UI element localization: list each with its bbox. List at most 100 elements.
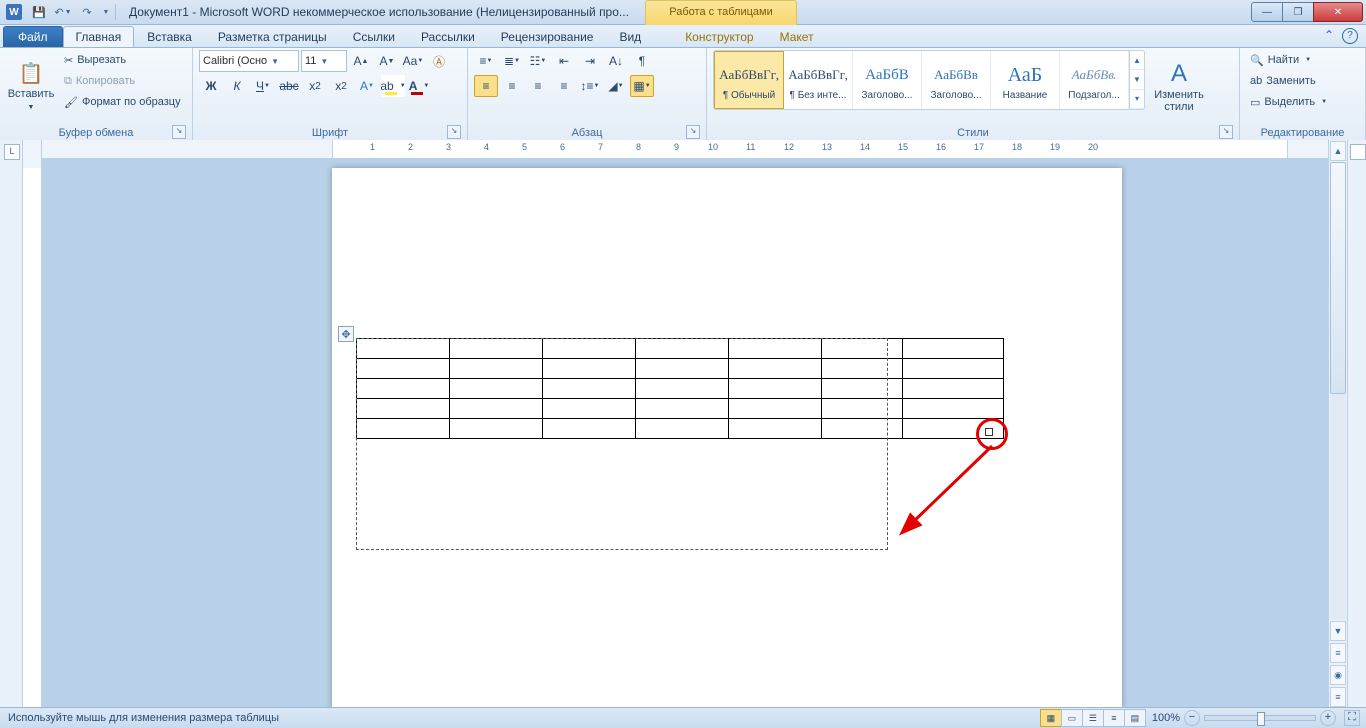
qat-customize[interactable]: ▼ bbox=[100, 2, 112, 22]
restore-button[interactable]: ❐ bbox=[1282, 2, 1314, 22]
tab-home[interactable]: Главная bbox=[63, 26, 135, 47]
view-fullscreen[interactable]: ▭ bbox=[1061, 709, 1083, 727]
zoom-in-button[interactable]: + bbox=[1320, 710, 1336, 726]
format-painter-button[interactable]: 🖌Формат по образцу bbox=[60, 92, 185, 112]
zoom-fit-button[interactable]: ⛶ bbox=[1344, 710, 1360, 726]
align-left-button[interactable]: ≡ bbox=[474, 75, 498, 97]
prev-page-button[interactable]: ≡ bbox=[1330, 643, 1346, 663]
minimize-ribbon-button[interactable]: ⌃ bbox=[1324, 28, 1334, 44]
increase-indent-button[interactable]: ⇥ bbox=[578, 50, 602, 72]
show-marks-button[interactable]: ¶ bbox=[630, 50, 654, 72]
decrease-indent-button[interactable]: ⇤ bbox=[552, 50, 576, 72]
align-right-button[interactable]: ≡ bbox=[526, 75, 550, 97]
tab-view[interactable]: Вид bbox=[606, 26, 654, 47]
view-print-layout[interactable]: ▦ bbox=[1040, 709, 1062, 727]
close-button[interactable]: ✕ bbox=[1313, 2, 1363, 22]
clear-format-button[interactable]: Ⓐ bbox=[427, 50, 451, 72]
highlight-button[interactable]: ab▼ bbox=[381, 75, 405, 97]
find-button[interactable]: 🔍Найти▼ bbox=[1246, 50, 1315, 70]
tab-mailings[interactable]: Рассылки bbox=[408, 26, 488, 47]
tab-references[interactable]: Ссылки bbox=[340, 26, 408, 47]
view-web[interactable]: ☰ bbox=[1082, 709, 1104, 727]
font-launcher[interactable]: ↘ bbox=[447, 125, 461, 139]
strike-button[interactable]: abc bbox=[277, 75, 301, 97]
change-case-button[interactable]: Aa▼ bbox=[401, 50, 425, 72]
zoom-out-button[interactable]: − bbox=[1184, 710, 1200, 726]
style-nospacing[interactable]: АаБбВвГг,¶ Без инте... bbox=[784, 51, 853, 109]
paste-button[interactable]: 📋 Вставить▼ bbox=[6, 50, 56, 122]
ruler-toggle-icon[interactable] bbox=[1350, 144, 1366, 160]
qat-save[interactable]: 💾 bbox=[28, 2, 50, 22]
zoom-level[interactable]: 100% bbox=[1152, 712, 1180, 724]
select-button[interactable]: ▭Выделить▼ bbox=[1246, 92, 1331, 112]
gallery-scroll[interactable]: ▲▼▾ bbox=[1129, 51, 1144, 109]
sort-button[interactable]: A↓ bbox=[604, 50, 628, 72]
styles-gallery[interactable]: АаБбВвГг,¶ Обычный АаБбВвГг,¶ Без инте..… bbox=[713, 50, 1145, 110]
file-tab[interactable]: Файл bbox=[3, 26, 63, 47]
style-subtitle[interactable]: АаБбВв.Подзагол... bbox=[1060, 51, 1129, 109]
scroll-up-button[interactable]: ▲ bbox=[1330, 141, 1346, 161]
annotation-circle bbox=[976, 418, 1008, 450]
italic-button[interactable]: К bbox=[225, 75, 249, 97]
subscript-button[interactable]: x2 bbox=[303, 75, 327, 97]
shading-button[interactable]: ◢▼ bbox=[604, 75, 628, 97]
justify-button[interactable]: ≡ bbox=[552, 75, 576, 97]
replace-button[interactable]: abЗаменить bbox=[1246, 71, 1320, 91]
font-name-combo[interactable]: Calibri (Осно▼ bbox=[199, 50, 299, 72]
cut-button[interactable]: ✂Вырезать bbox=[60, 50, 185, 70]
style-normal[interactable]: АаБбВвГг,¶ Обычный bbox=[714, 51, 784, 109]
view-draft[interactable]: ▤ bbox=[1124, 709, 1146, 727]
superscript-button[interactable]: x2 bbox=[329, 75, 353, 97]
table[interactable] bbox=[356, 338, 1004, 439]
table-move-handle[interactable]: ✥ bbox=[338, 326, 354, 342]
paragraph-launcher[interactable]: ↘ bbox=[686, 125, 700, 139]
group-styles: АаБбВвГг,¶ Обычный АаБбВвГг,¶ Без инте..… bbox=[707, 48, 1240, 140]
borders-button[interactable]: ▦▼ bbox=[630, 75, 654, 97]
vertical-scrollbar[interactable]: ▲ ▼ ≡ ◉ ≡ bbox=[1328, 140, 1347, 708]
next-page-button[interactable]: ≡ bbox=[1330, 687, 1346, 707]
grow-font-button[interactable]: A▲ bbox=[349, 50, 373, 72]
tab-layout[interactable]: Разметка страницы bbox=[205, 26, 340, 47]
tab-insert[interactable]: Вставка bbox=[134, 26, 205, 47]
zoom-slider[interactable] bbox=[1204, 715, 1316, 721]
copy-icon: ⧉ bbox=[64, 75, 72, 88]
qat-redo[interactable]: ↷ bbox=[76, 2, 98, 22]
bullets-button[interactable]: ≡▼ bbox=[474, 50, 498, 72]
change-styles-button[interactable]: A Изменить стили bbox=[1149, 50, 1209, 122]
horizontal-ruler[interactable]: /* ruler numbers drawn below via JS-less… bbox=[42, 140, 1328, 159]
browse-object-button[interactable]: ◉ bbox=[1330, 665, 1346, 685]
bold-button[interactable]: Ж bbox=[199, 75, 223, 97]
tab-stop-selector[interactable]: L bbox=[4, 144, 20, 160]
brush-icon: 🖌 bbox=[64, 96, 78, 109]
multilevel-button[interactable]: ☷▼ bbox=[526, 50, 550, 72]
font-size-combo[interactable]: 11▼ bbox=[301, 50, 347, 72]
style-title[interactable]: АаБНазвание bbox=[991, 51, 1060, 109]
styles-launcher[interactable]: ↘ bbox=[1219, 125, 1233, 139]
shrink-font-button[interactable]: A▼ bbox=[375, 50, 399, 72]
line-spacing-button[interactable]: ↕≡▼ bbox=[578, 75, 602, 97]
numbering-button[interactable]: ≣▼ bbox=[500, 50, 524, 72]
clipboard-launcher[interactable]: ↘ bbox=[172, 125, 186, 139]
tab-table-layout[interactable]: Макет bbox=[767, 26, 827, 47]
copy-button[interactable]: ⧉Копировать bbox=[60, 71, 185, 91]
window-controls: — ❐ ✕ bbox=[1252, 2, 1363, 22]
style-heading2[interactable]: АаБбВвЗаголово... bbox=[922, 51, 991, 109]
underline-button[interactable]: Ч▼ bbox=[251, 75, 275, 97]
style-heading1[interactable]: АаБбВЗаголово... bbox=[853, 51, 922, 109]
help-button[interactable]: ? bbox=[1342, 28, 1358, 44]
right-side-panel bbox=[1347, 140, 1366, 708]
tab-table-design[interactable]: Конструктор bbox=[672, 26, 766, 47]
font-color-button[interactable]: A▼ bbox=[407, 75, 431, 97]
qat-undo[interactable]: ↶▼ bbox=[52, 2, 74, 22]
redo-icon: ↷ bbox=[82, 6, 91, 19]
status-message: Используйте мышь для изменения размера т… bbox=[0, 712, 1041, 724]
view-outline[interactable]: ≡ bbox=[1103, 709, 1125, 727]
scroll-down-button[interactable]: ▼ bbox=[1330, 621, 1346, 641]
text-effects-button[interactable]: A▼ bbox=[355, 75, 379, 97]
vertical-ruler[interactable] bbox=[23, 140, 42, 708]
minimize-button[interactable]: — bbox=[1251, 2, 1283, 22]
scroll-thumb[interactable] bbox=[1330, 162, 1346, 394]
page[interactable]: ✥ bbox=[332, 168, 1122, 708]
tab-review[interactable]: Рецензирование bbox=[488, 26, 607, 47]
align-center-button[interactable]: ≡ bbox=[500, 75, 524, 97]
